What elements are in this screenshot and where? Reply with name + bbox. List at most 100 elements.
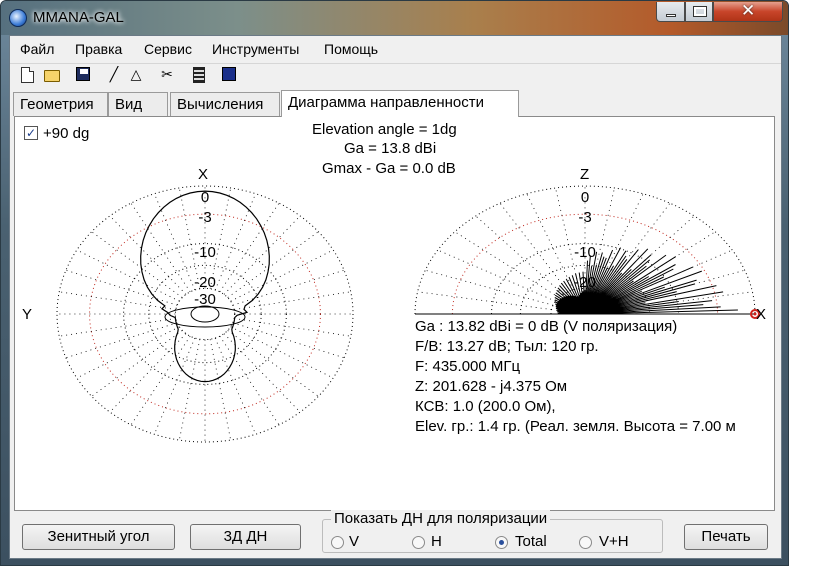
minimize-button[interactable]: [656, 2, 685, 22]
client-area: Файл Правка Сервис Инструменты Помощь ╱ …: [9, 35, 782, 559]
left-ring-label: 0: [201, 189, 209, 206]
menu-help[interactable]: Помощь: [324, 41, 378, 57]
radio-h-label: H: [431, 533, 442, 550]
tab-calculations[interactable]: Вычисления: [170, 92, 280, 116]
left-ring-label: -20: [194, 274, 216, 291]
right-grid-spoke: [475, 215, 564, 295]
app-icon: [9, 9, 27, 27]
left-ring-label: -3: [198, 209, 211, 226]
close-icon: ✕: [741, 1, 756, 21]
menu-tools[interactable]: Инструменты: [212, 41, 299, 57]
left-grid-spoke: [76, 249, 180, 302]
radio-v[interactable]: [331, 536, 344, 549]
right-ring-label: -30: [574, 291, 596, 308]
left-grid-spoke: [232, 269, 345, 306]
left-grid-spoke: [214, 193, 256, 291]
gmax-text: Gmax - Ga = 0.0 dB: [322, 160, 456, 177]
polarization-group: Показать ДН для поляризации V H Total V+…: [322, 510, 663, 553]
right-ring-label: -10: [574, 244, 596, 261]
left-grid-spoke: [178, 339, 201, 441]
radiation-pattern-panel: 0 -3 -10 -20 -30 0 -3 -10 -20 -30 ✓ +90 dg Eleva…: [14, 116, 775, 511]
info-gain: Ga : 13.82 dBi = 0 dB (V поляризация): [415, 318, 680, 335]
info-elevation: Elev. гр.: 1.4 гр. (Реал. земля. Высота …: [415, 418, 738, 435]
left-ring-label: -30: [194, 291, 216, 308]
radio-v-plus-h-label: V+H: [599, 533, 629, 550]
left-grid-spoke: [65, 269, 178, 306]
toolbar: ╱ △ ✂: [10, 63, 781, 87]
save-disk-icon[interactable]: [76, 67, 90, 81]
info-impedance: Z: 201.628 - j4.375 Ом: [415, 378, 570, 395]
right-ring-label: -3: [578, 209, 591, 226]
left-grid-spoke: [130, 202, 191, 293]
polarization-legend: Показать ДН для поляризации: [331, 510, 551, 527]
menu-edit[interactable]: Правка: [75, 41, 122, 57]
new-document-icon[interactable]: [21, 67, 34, 83]
calculator-icon[interactable]: [193, 67, 205, 83]
tools-icon[interactable]: ✂: [159, 67, 175, 83]
tab-view[interactable]: Вид: [108, 92, 168, 116]
left-grid-spoke: [232, 322, 345, 359]
maximize-icon: [693, 6, 707, 17]
close-button[interactable]: ✕: [713, 1, 783, 22]
gain-text: Ga = 13.8 dBi: [344, 140, 437, 157]
vertical-pattern-plot: 0 -3 -10 -20-30: [414, 185, 760, 319]
tab-strip: Геометрия Вид Вычисления Диаграмма напра…: [10, 90, 781, 117]
line-tool-icon[interactable]: ╱: [106, 67, 122, 83]
left-grid-spoke: [230, 249, 334, 302]
right-ring-label: -20: [574, 274, 596, 291]
left-grid-spoke: [219, 202, 280, 293]
right-grid-spoke: [425, 269, 554, 306]
left-grid-spoke: [91, 330, 183, 397]
left-grid-spoke: [154, 193, 196, 291]
menu-file[interactable]: Файл: [20, 41, 54, 57]
left-grid-spoke: [209, 339, 232, 441]
right-grid-spoke: [417, 291, 552, 310]
title-bar[interactable]: MMANA-GAL ✕: [1, 1, 788, 35]
right-grid-spoke: [499, 202, 569, 293]
info-swr: КСВ: 1.0 (200.0 Ом),: [415, 398, 558, 415]
left-ring-label: -10: [194, 244, 216, 261]
radio-v-plus-h[interactable]: [579, 536, 592, 549]
plus90-label: +90 dg: [43, 125, 90, 142]
info-frequency: F: 435.000 МГц: [415, 358, 523, 375]
radio-v-label: V: [349, 533, 360, 550]
zenith-angle-button[interactable]: Зенитный угол: [22, 524, 175, 550]
left-axis-x-label: X: [198, 166, 209, 183]
menu-bar: Файл Правка Сервис Инструменты Помощь: [10, 36, 781, 62]
3d-pattern-button[interactable]: 3Д ДН: [190, 524, 301, 550]
left-grid-spoke: [227, 231, 319, 298]
left-grid-spoke: [219, 335, 280, 426]
left-grid-spoke: [65, 322, 178, 359]
info-front-back: F/B: 13.27 dB; Тыл: 120 гр.: [415, 338, 601, 355]
left-grid-spoke: [76, 326, 180, 379]
computer-icon[interactable]: [222, 67, 236, 81]
left-grid-spoke: [59, 318, 176, 337]
tab-radiation-pattern[interactable]: Диаграмма направленности: [281, 90, 519, 117]
left-grid-spoke: [234, 318, 351, 337]
radio-h[interactable]: [412, 536, 425, 549]
right-grid-spoke: [526, 193, 574, 291]
left-grid-ring: [123, 243, 287, 385]
app-window: MMANA-GAL ✕ Файл Правка Сервис Инструмен…: [0, 0, 789, 566]
radio-total-label: Total: [515, 533, 547, 550]
right-axis-x-label: X: [756, 306, 767, 323]
triangle-tool-icon[interactable]: △: [128, 67, 144, 83]
right-grid-spoke: [454, 231, 560, 298]
right-ring-label: 0: [581, 189, 589, 206]
plus90-checkbox[interactable]: ✓: [24, 126, 38, 140]
open-folder-icon[interactable]: [44, 70, 60, 82]
minimize-icon: [666, 14, 676, 17]
left-pattern-sidelobe: [164, 306, 246, 328]
menu-service[interactable]: Сервис: [144, 41, 192, 57]
maximize-button[interactable]: [685, 2, 713, 22]
window-title: MMANA-GAL: [33, 9, 124, 26]
right-axis-z-label: Z: [580, 166, 590, 183]
horizontal-pattern-plot: 0 -3 -10 -20-30: [56, 185, 354, 443]
left-grid-spoke: [91, 231, 183, 298]
elevation-angle-text: Elevation angle = 1dg: [312, 121, 457, 138]
tab-geometry[interactable]: Геометрия: [13, 92, 108, 116]
radio-total[interactable]: [495, 536, 508, 549]
left-pattern-center: [190, 305, 220, 323]
left-axis-y-label: Y: [22, 306, 33, 323]
print-button[interactable]: Печать: [684, 524, 768, 550]
